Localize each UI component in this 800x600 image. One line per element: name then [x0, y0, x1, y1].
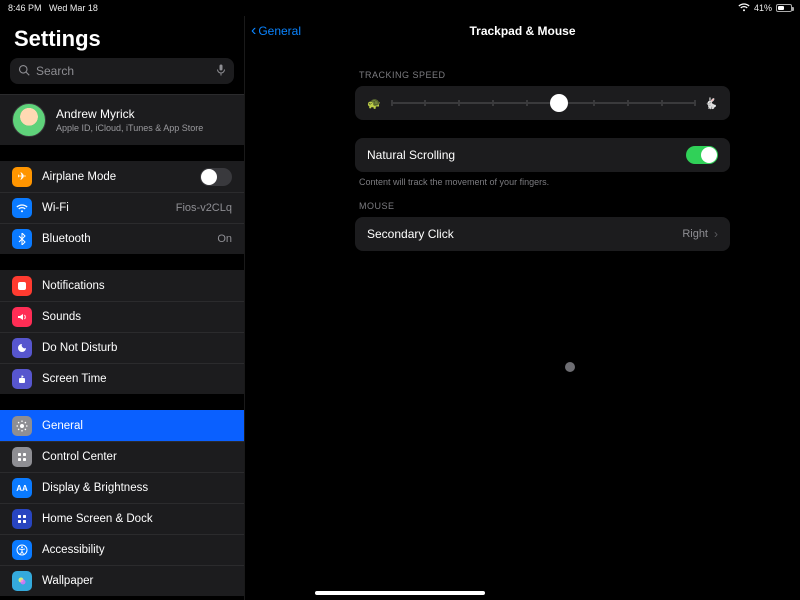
sidebar-item-notifications[interactable]: Notifications — [0, 270, 244, 301]
status-time: 8:46 PM — [8, 3, 42, 13]
screentime-icon — [12, 369, 32, 389]
home-indicator[interactable] — [315, 591, 485, 595]
wifi-value: Fios-v2CLq — [176, 202, 232, 214]
mouse-cursor — [565, 362, 575, 372]
profile-subtitle: Apple ID, iCloud, iTunes & App Store — [56, 123, 203, 133]
sidebar-item-airplane-mode[interactable]: ✈︎ Airplane Mode — [0, 161, 244, 192]
secondary-click-card: Secondary Click Right › — [355, 217, 730, 251]
sidebar-item-accessibility[interactable]: Accessibility — [0, 534, 244, 565]
tracking-speed-header: TRACKING SPEED — [359, 70, 730, 80]
wifi-icon — [738, 3, 750, 14]
slider-tick — [526, 100, 528, 106]
wallpaper-icon — [12, 571, 32, 591]
slider-tick — [694, 100, 696, 106]
slider-thumb[interactable] — [550, 94, 568, 112]
sidebar-item-label: Display & Brightness — [42, 482, 148, 494]
natural-scrolling-toggle[interactable] — [686, 146, 718, 164]
natural-scrolling-hint: Content will track the movement of your … — [355, 172, 730, 187]
search-icon — [18, 64, 30, 79]
profile-name: Andrew Myrick — [56, 107, 203, 121]
secondary-click-row[interactable]: Secondary Click Right › — [355, 217, 730, 251]
secondary-click-label: Secondary Click — [367, 227, 454, 241]
sidebar-item-screen-time[interactable]: Screen Time — [0, 363, 244, 394]
rabbit-icon: 🐇 — [704, 97, 718, 110]
chevron-right-icon: › — [714, 227, 718, 241]
sidebar-item-label: Wallpaper — [42, 575, 93, 587]
airplane-toggle[interactable] — [200, 168, 232, 186]
back-button[interactable]: ‹ General — [245, 23, 301, 39]
sidebar-item-label: Airplane Mode — [42, 171, 116, 183]
apple-id-row[interactable]: Andrew Myrick Apple ID, iCloud, iTunes &… — [0, 94, 244, 146]
sidebar-item-wifi[interactable]: Wi-Fi Fios-v2CLq — [0, 192, 244, 223]
avatar — [12, 103, 46, 137]
tracking-speed-slider-card: 🐢 🐇 — [355, 86, 730, 120]
turtle-icon: 🐢 — [367, 97, 381, 110]
sidebar-item-label: Bluetooth — [42, 233, 91, 245]
search-input[interactable]: Search — [10, 58, 234, 84]
sidebar-item-control-center[interactable]: Control Center — [0, 441, 244, 472]
battery-pct: 41% — [754, 3, 772, 13]
wifi-row-icon — [12, 198, 32, 218]
dnd-icon — [12, 338, 32, 358]
page-title: Trackpad & Mouse — [469, 24, 575, 38]
slider-tick — [627, 100, 629, 106]
notifications-icon — [12, 276, 32, 296]
sidebar-item-do-not-disturb[interactable]: Do Not Disturb — [0, 332, 244, 363]
status-bar: 8:46 PM Wed Mar 18 41% — [0, 0, 800, 16]
slider-tick — [458, 100, 460, 106]
slider-tick — [492, 100, 494, 106]
sidebar-item-label: Control Center — [42, 451, 117, 463]
control-center-icon — [12, 447, 32, 467]
accessibility-icon — [12, 540, 32, 560]
natural-scrolling-label: Natural Scrolling — [367, 148, 455, 162]
nav-bar: ‹ General Trackpad & Mouse — [245, 16, 800, 46]
sidebar-item-label: Accessibility — [42, 544, 105, 556]
sidebar-item-label: General — [42, 420, 83, 432]
sidebar-item-sounds[interactable]: Sounds — [0, 301, 244, 332]
sidebar-item-bluetooth[interactable]: Bluetooth On — [0, 223, 244, 254]
mic-icon[interactable] — [216, 64, 226, 79]
sidebar-item-label: Do Not Disturb — [42, 342, 117, 354]
sidebar-item-label: Wi-Fi — [42, 202, 69, 214]
tracking-speed-slider[interactable] — [391, 102, 695, 104]
airplane-icon: ✈︎ — [12, 167, 32, 187]
home-screen-icon — [12, 509, 32, 529]
back-label: General — [258, 24, 301, 38]
slider-tick — [593, 100, 595, 106]
status-time-date: 8:46 PM Wed Mar 18 — [8, 3, 98, 13]
chevron-left-icon: ‹ — [251, 23, 256, 39]
sidebar-item-display-brightness[interactable]: AA Display & Brightness — [0, 472, 244, 503]
slider-tick — [661, 100, 663, 106]
bluetooth-value: On — [217, 233, 232, 245]
secondary-click-value: Right — [682, 228, 708, 240]
natural-scrolling-row[interactable]: Natural Scrolling — [355, 138, 730, 172]
sidebar-item-wallpaper[interactable]: Wallpaper — [0, 565, 244, 596]
sidebar-item-label: Screen Time — [42, 373, 107, 385]
sounds-icon — [12, 307, 32, 327]
slider-tick — [424, 100, 426, 106]
status-date: Wed Mar 18 — [49, 3, 98, 13]
detail-panel: ‹ General Trackpad & Mouse TRACKING SPEE… — [245, 16, 800, 600]
display-icon: AA — [12, 478, 32, 498]
gear-icon — [12, 416, 32, 436]
sidebar: Settings Search Andrew Myrick Apple ID, … — [0, 16, 245, 600]
mouse-header: MOUSE — [359, 201, 730, 211]
battery-icon — [776, 4, 792, 12]
settings-title: Settings — [0, 16, 244, 58]
slider-tick — [391, 100, 393, 106]
sidebar-item-label: Sounds — [42, 311, 81, 323]
sidebar-item-general[interactable]: General — [0, 410, 244, 441]
bluetooth-icon — [12, 229, 32, 249]
sidebar-item-label: Notifications — [42, 280, 105, 292]
search-placeholder: Search — [36, 64, 74, 78]
sidebar-item-label: Home Screen & Dock — [42, 513, 153, 525]
natural-scrolling-card: Natural Scrolling — [355, 138, 730, 172]
sidebar-item-home-screen-dock[interactable]: Home Screen & Dock — [0, 503, 244, 534]
